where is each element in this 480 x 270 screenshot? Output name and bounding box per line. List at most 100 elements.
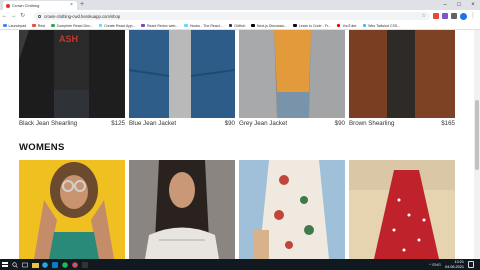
edge-icon[interactable] <box>40 259 50 270</box>
bookmark-favicon-icon <box>32 23 36 28</box>
bookmark-label: Wes Tailwind CSS... <box>368 23 401 28</box>
scrollbar-thumb[interactable] <box>475 100 479 170</box>
bookmark-label: React Redux web... <box>146 23 179 28</box>
bookmark-label: Create React App... <box>104 23 136 28</box>
tab-crown-clothing[interactable]: Crown Clothing × <box>3 1 77 10</box>
bookmark-item[interactable]: Wes Tailwind CSS... <box>362 23 401 28</box>
bookmark-label: Complete React Dev... <box>56 23 93 28</box>
chrome-icon[interactable] <box>70 259 80 270</box>
product-image[interactable] <box>239 30 345 118</box>
product-card-women-1[interactable] <box>19 160 125 259</box>
bookmark-favicon-icon <box>251 23 255 28</box>
product-image[interactable] <box>19 160 125 259</box>
extensions-puzzle-icon[interactable] <box>451 13 457 19</box>
extension-icon[interactable] <box>442 13 448 19</box>
bookmark-item[interactable]: GitHub <box>228 23 246 28</box>
bookmark-item[interactable]: React Redux web... <box>141 24 178 28</box>
profile-avatar[interactable] <box>460 12 467 20</box>
product-price: $165 <box>441 120 455 127</box>
product-image[interactable] <box>129 30 235 118</box>
bookmark-item[interactable]: Rest <box>32 24 45 28</box>
product-name: Brown Shearling <box>349 120 395 127</box>
tray-icons[interactable]: ^ ENG <box>429 262 441 267</box>
bookmark-item[interactable]: Create React App... <box>98 23 136 28</box>
bookmark-label: Next.js Discussio... <box>256 23 288 28</box>
section-title-womens[interactable]: WOMENS <box>19 142 65 153</box>
more-menu-icon[interactable]: ⋮ <box>470 12 476 20</box>
product-image[interactable] <box>349 30 455 118</box>
start-button[interactable] <box>0 259 10 270</box>
bookmark-item[interactable]: Launchpad <box>3 24 26 28</box>
product-name: Black Jean Shearling <box>19 120 78 127</box>
product-card-grey-jean-jacket[interactable]: Grey Jean Jacket $90 <box>239 30 345 132</box>
product-card-blue-jean-jacket[interactable]: Blue Jean Jacket $90 <box>129 30 235 132</box>
product-card-women-3[interactable] <box>239 160 345 259</box>
bookmark-item[interactable]: Hooks - The React... <box>184 23 223 28</box>
page-scrollbar[interactable] <box>474 30 480 259</box>
bookmark-favicon-icon <box>228 23 233 28</box>
window-controls: – □ × <box>438 0 480 10</box>
product-card-women-4[interactable] <box>349 160 455 259</box>
bookmark-favicon-icon <box>3 23 7 28</box>
forward-arrow-icon[interactable]: → <box>9 10 18 22</box>
windows-taskbar: ^ ENG 13:21 04.06.2021 <box>0 259 480 270</box>
bookmark-label: YouTube <box>342 23 357 28</box>
bookmark-favicon-icon <box>336 23 341 28</box>
maximize-button[interactable]: □ <box>452 0 466 10</box>
shop-page: ASH Black Jean Shearling $125 Blue Jean … <box>0 30 474 259</box>
bookmark-star-icon[interactable]: ☆ <box>422 12 426 20</box>
product-image[interactable] <box>129 160 235 259</box>
url-text: crown-clothing-cwd.herokuapp.com/shop <box>44 13 121 19</box>
bookmarks-bar: Launchpad Rest Complete React Dev... Create… <box>0 22 480 30</box>
bookmark-favicon-icon <box>98 23 103 28</box>
browser-tab-bar: Crown Clothing × + – □ × <box>0 0 480 10</box>
product-image[interactable] <box>349 160 455 259</box>
bookmark-item[interactable]: Complete React Dev... <box>51 23 93 28</box>
bookmark-label: Launchpad <box>8 23 27 28</box>
product-price: $90 <box>224 120 235 127</box>
svg-text:ASH: ASH <box>59 34 78 44</box>
terminal-icon[interactable] <box>80 259 90 270</box>
close-window-button[interactable]: × <box>466 0 480 10</box>
bookmark-label: Learn to Code - Fr... <box>298 23 331 28</box>
bookmark-favicon-icon <box>184 23 188 28</box>
clock[interactable]: 13:21 04.06.2021 <box>445 260 464 268</box>
bookmark-favicon-icon <box>362 23 367 28</box>
notification-icon[interactable] <box>468 261 474 268</box>
bookmark-favicon-icon <box>141 23 145 28</box>
bookmark-item[interactable]: YouTube <box>336 23 357 28</box>
bookmark-label: Rest <box>37 23 46 28</box>
file-explorer-icon[interactable] <box>30 259 40 270</box>
new-tab-button[interactable]: + <box>80 1 84 9</box>
bookmark-label: GitHub <box>234 23 246 28</box>
product-card-black-jean-shearling[interactable]: ASH Black Jean Shearling $125 <box>19 30 125 132</box>
product-image[interactable]: ASH <box>19 30 125 118</box>
task-view-icon[interactable] <box>20 259 30 270</box>
product-card-brown-shearling[interactable]: Brown Shearling $165 <box>349 30 455 132</box>
bookmark-item[interactable]: Next.js Discussio... <box>251 24 287 28</box>
vscode-icon[interactable] <box>50 259 60 270</box>
address-bar[interactable]: crown-clothing-cwd.herokuapp.com/shop ☆ <box>34 12 430 20</box>
spotify-icon[interactable] <box>60 259 70 270</box>
bookmark-favicon-icon <box>293 23 297 28</box>
tab-close-icon[interactable]: × <box>70 3 73 8</box>
lock-icon <box>38 14 41 18</box>
product-card-women-2[interactable] <box>129 160 235 259</box>
product-name: Grey Jean Jacket <box>239 120 288 127</box>
product-image[interactable] <box>239 160 345 259</box>
system-tray: ^ ENG 13:21 04.06.2021 <box>429 259 474 270</box>
minimize-button[interactable]: – <box>438 0 452 10</box>
search-icon[interactable] <box>10 259 20 270</box>
product-price: $90 <box>334 120 345 127</box>
windows-logo-icon <box>2 261 8 268</box>
reload-icon[interactable]: ↻ <box>18 10 27 22</box>
back-arrow-icon[interactable]: ← <box>0 10 9 22</box>
product-name: Blue Jean Jacket <box>129 120 177 127</box>
crown-favicon-icon <box>6 3 10 8</box>
extension-icon[interactable] <box>433 13 439 19</box>
bookmark-label: Hooks - The React... <box>189 23 223 28</box>
bookmark-item[interactable]: Learn to Code - Fr... <box>293 24 331 28</box>
tab-title: Crown Clothing <box>12 3 40 8</box>
product-price: $125 <box>111 120 125 127</box>
browser-toolbar: ← → ↻ crown-clothing-cwd.herokuapp.com/s… <box>0 10 480 22</box>
